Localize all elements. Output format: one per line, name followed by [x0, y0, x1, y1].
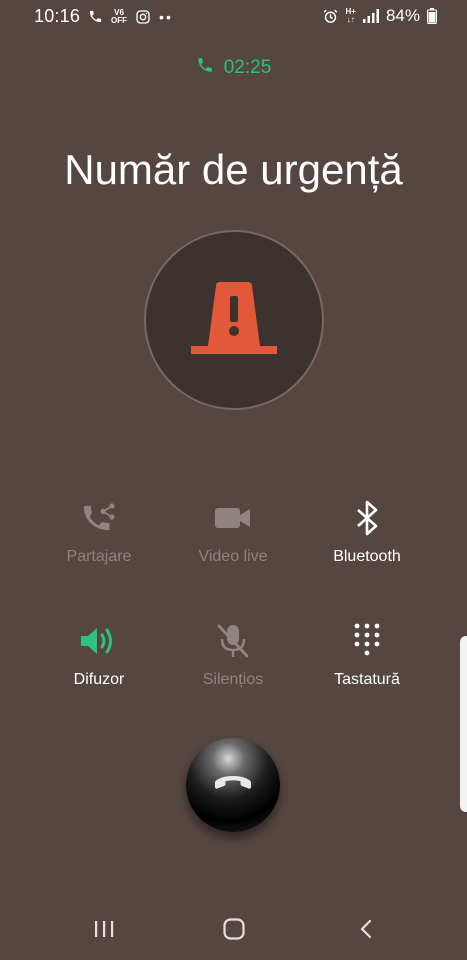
status-bar-right: H+ ↓↑ 84%	[322, 6, 437, 26]
signal-strength-icon	[362, 9, 379, 23]
video-camera-icon	[213, 498, 253, 538]
network-type-label: H+	[345, 7, 356, 16]
edge-panel-handle[interactable]	[460, 636, 467, 812]
bluetooth-icon	[354, 498, 380, 538]
status-bar: 10:16 V6 OFF •• H+ ↓↑ 84%	[0, 0, 467, 34]
share-button[interactable]: Partajare	[32, 498, 166, 566]
call-timer: 02:25	[0, 56, 467, 80]
caller-avatar	[144, 230, 324, 410]
battery-percent: 84%	[385, 6, 420, 25]
network-type-icon: H+ ↓↑	[345, 7, 356, 24]
speaker-button[interactable]: Difuzor	[32, 621, 166, 689]
recents-icon	[93, 919, 115, 944]
bluetooth-label: Bluetooth	[333, 548, 401, 565]
end-call-icon	[213, 773, 253, 798]
status-bar-left: 10:16 V6 OFF ••	[34, 6, 173, 27]
bluetooth-button[interactable]: Bluetooth	[300, 498, 434, 566]
live-video-button[interactable]: Video live	[166, 498, 300, 566]
volte-bottom-label: OFF	[111, 15, 128, 25]
home-icon	[222, 917, 246, 946]
mute-button[interactable]: Silențios	[166, 621, 300, 689]
instagram-icon	[135, 9, 151, 25]
share-call-icon	[81, 498, 117, 538]
dialpad-icon	[352, 621, 382, 661]
call-duration: 02:25	[223, 57, 272, 78]
end-call-button[interactable]	[186, 738, 280, 832]
mute-mic-icon	[215, 621, 251, 661]
mute-label: Silențios	[202, 671, 264, 688]
navigation-bar	[0, 902, 467, 958]
share-label: Partajare	[66, 548, 132, 565]
alarm-icon	[322, 8, 339, 25]
caller-name: Număr de urgență	[64, 146, 403, 193]
speaker-icon	[79, 621, 119, 661]
battery-icon	[427, 8, 437, 24]
emergency-warning-icon	[189, 278, 279, 363]
status-time: 10:16	[34, 6, 81, 26]
call-active-icon	[196, 56, 214, 80]
recents-button[interactable]	[84, 916, 124, 946]
dialpad-label: Tastatură	[334, 671, 400, 688]
back-button[interactable]	[346, 916, 386, 946]
live-video-label: Video live	[198, 548, 268, 565]
volte-off-icon: V6 OFF	[111, 8, 128, 25]
more-notifications-icon: ••	[159, 8, 173, 25]
back-icon	[358, 918, 374, 945]
phone-call-icon	[88, 9, 103, 24]
dialpad-button[interactable]: Tastatură	[300, 621, 434, 689]
speaker-label: Difuzor	[73, 671, 125, 688]
home-button[interactable]	[214, 916, 254, 946]
